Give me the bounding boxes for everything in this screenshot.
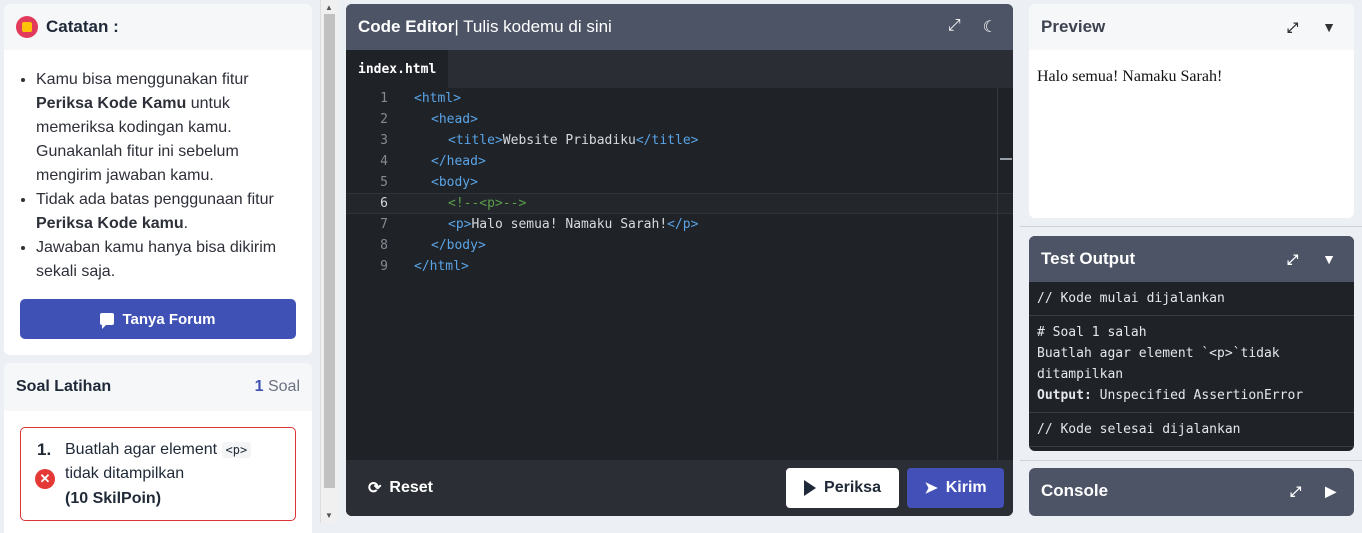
periksa-button[interactable]: Periksa xyxy=(786,468,899,508)
notes-item: Tidak ada batas penggunaan fitur Periksa… xyxy=(36,188,296,236)
console-card[interactable]: Console ⤢ ▶ xyxy=(1029,468,1354,516)
editor-minimap[interactable] xyxy=(997,88,1013,460)
code-line[interactable]: 6 <!--<p>--> xyxy=(346,193,1013,214)
code-text: </body> xyxy=(431,238,486,253)
code-line[interactable]: 5 <body> xyxy=(346,172,1013,193)
divider xyxy=(1020,226,1362,227)
code-text: <html> xyxy=(414,91,461,106)
left-panel: Catatan : Kamu bisa menggunakan fitur Pe… xyxy=(0,0,318,533)
notes-list: Kamu bisa menggunakan fitur Periksa Kode… xyxy=(4,50,312,284)
line-number: 7 xyxy=(380,217,388,232)
code-line[interactable]: 1 <html> xyxy=(346,88,1013,109)
wrong-status-icon: ✕ xyxy=(35,469,55,489)
code-text: <!--<p>--> xyxy=(448,196,527,211)
tab-index-html[interactable]: index.html xyxy=(346,50,449,88)
kirim-button[interactable]: ➤ Kirim xyxy=(907,468,1004,508)
editor-header: Code Editor | Tulis kodemu di sini ⤢ ☾ xyxy=(346,4,1013,50)
line-number: 3 xyxy=(380,133,388,148)
code-text: </head> xyxy=(431,154,486,169)
notes-item: Kamu bisa menggunakan fitur Periksa Kode… xyxy=(36,68,296,188)
line-number: 2 xyxy=(380,112,388,127)
code-line[interactable]: 8 </body> xyxy=(346,235,1013,256)
soal-text: Buatlah agar element <p> tidak ditampilk… xyxy=(65,438,285,486)
left-scrollbar[interactable]: ▲ ▼ xyxy=(320,0,338,523)
code-line[interactable]: 9 </html> xyxy=(346,256,1013,277)
dark-mode-moon-icon[interactable]: ☾ xyxy=(983,17,997,37)
expand-icon[interactable]: ⤢ xyxy=(948,17,961,37)
line-number: 9 xyxy=(380,259,388,274)
line-number: 4 xyxy=(380,154,388,169)
expand-icon[interactable]: ⤢ xyxy=(1290,483,1301,500)
line-number: 1 xyxy=(380,91,388,106)
soal-title: Soal Latihan xyxy=(16,378,112,395)
chevron-down-icon[interactable]: ▼ xyxy=(1322,251,1336,268)
notes-item: Jawaban kamu hanya bisa dikirim sekali s… xyxy=(36,236,296,284)
code-text: <title>Website Pribadiku</title> xyxy=(448,133,699,148)
test-result-block: # Soal 1 salah Buatlah agar element `<p>… xyxy=(1029,316,1354,413)
test-output-header: Test Output ⤢ ▼ xyxy=(1029,236,1354,282)
code-editor-panel: Code Editor | Tulis kodemu di sini ⤢ ☾ i… xyxy=(346,4,1013,516)
right-panel: Preview ⤢ ▼ Halo semua! Namaku Sarah! Te… xyxy=(1020,0,1362,523)
chevron-down-icon[interactable]: ▼ xyxy=(1322,19,1336,36)
divider xyxy=(1020,460,1362,461)
test-end-line: // Kode selesai dijalankan xyxy=(1029,413,1354,447)
send-icon: ➤ xyxy=(924,480,938,497)
expand-icon[interactable]: ⤢ xyxy=(1287,19,1298,36)
console-header: Console ⤢ ▶ xyxy=(1041,481,1336,500)
notes-logo-icon xyxy=(16,16,38,38)
reset-button[interactable]: ⟳ Reset xyxy=(368,478,433,498)
code-text: </html> xyxy=(414,259,469,274)
play-icon xyxy=(804,480,817,496)
scroll-up-arrow-icon[interactable]: ▲ xyxy=(325,3,333,12)
soal-item[interactable]: 1. ✕ Buatlah agar element <p> tidak dita… xyxy=(20,427,296,521)
editor-footer: ⟳ Reset Periksa ➤ Kirim xyxy=(346,460,1013,516)
test-start-line: // Kode mulai dijalankan xyxy=(1029,282,1354,316)
preview-header: Preview ⤢ ▼ xyxy=(1029,4,1354,50)
notes-header: Catatan : xyxy=(4,4,312,50)
code-line[interactable]: 7 <p>Halo semua! Namaku Sarah!</p> xyxy=(346,214,1013,235)
scrollbar-thumb[interactable] xyxy=(324,14,335,488)
soal-header: Soal Latihan 1 Soal xyxy=(4,363,312,411)
code-text: <head> xyxy=(431,112,478,127)
code-line[interactable]: 3 <title>Website Pribadiku</title> xyxy=(346,130,1013,151)
notes-title: Catatan : xyxy=(46,17,119,36)
code-text: <p>Halo semua! Namaku Sarah!</p> xyxy=(448,217,699,232)
soal-count: 1 Soal xyxy=(254,378,300,395)
scroll-down-arrow-icon[interactable]: ▼ xyxy=(325,511,333,520)
soal-number: 1. xyxy=(37,440,52,459)
line-number: 8 xyxy=(380,238,388,253)
chat-icon xyxy=(100,313,115,329)
expand-icon[interactable]: ⤢ xyxy=(1287,251,1298,268)
preview-content: Halo semua! Namaku Sarah! xyxy=(1037,68,1223,85)
notes-card: Catatan : Kamu bisa menggunakan fitur Pe… xyxy=(4,4,312,355)
reset-icon: ⟳ xyxy=(368,480,382,497)
tanya-forum-button[interactable]: Tanya Forum xyxy=(20,299,296,339)
line-number: 5 xyxy=(380,175,388,190)
soal-latihan-card: Soal Latihan 1 Soal 1. ✕ Buatlah agar el… xyxy=(4,363,312,533)
line-number: 6 xyxy=(380,196,388,211)
code-text: <body> xyxy=(431,175,478,190)
code-area[interactable]: 1 <html> 2 <head> 3 <title>Website Pribadiku<… xyxy=(346,88,1013,460)
preview-card: Preview ⤢ ▼ Halo semua! Namaku Sarah! xyxy=(1029,4,1354,218)
test-output-card: Test Output ⤢ ▼ // Kode mulai dijalankan… xyxy=(1029,236,1354,451)
code-line[interactable]: 2 <head> xyxy=(346,109,1013,130)
code-line[interactable]: 4 </head> xyxy=(346,151,1013,172)
minimap-marker xyxy=(1000,158,1012,160)
soal-points: (10 SkilPoin) xyxy=(65,490,162,507)
editor-tabbar: index.html xyxy=(346,50,1013,88)
chevron-right-icon[interactable]: ▶ xyxy=(1325,483,1336,500)
